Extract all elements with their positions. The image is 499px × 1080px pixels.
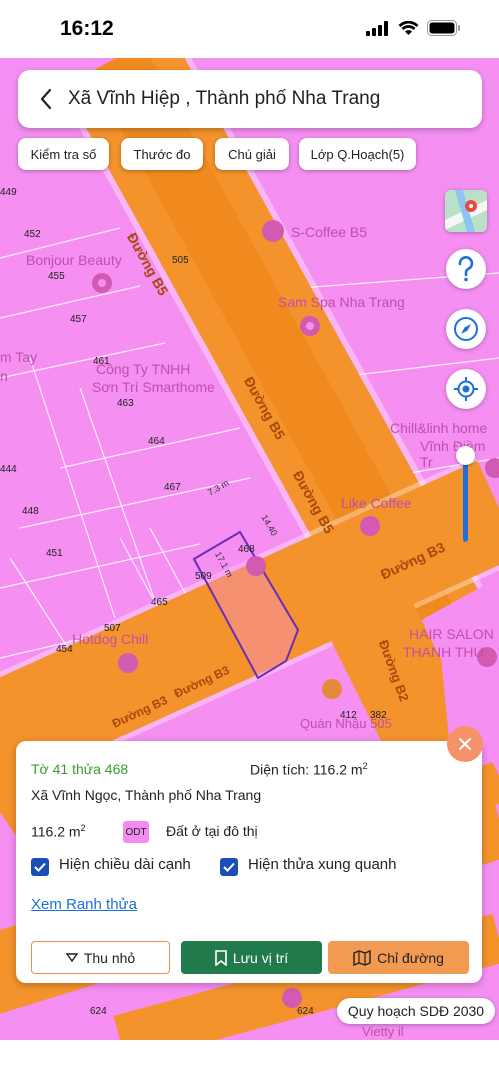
triangle-down-icon (65, 953, 78, 962)
opacity-slider[interactable] (456, 446, 475, 542)
parcel-number-selected: 468 (238, 544, 255, 555)
system-icons (366, 20, 461, 36)
back-button[interactable] (24, 70, 68, 128)
poi-label: Hotdog Chill (72, 631, 149, 647)
poi-label: THANH THU (403, 644, 484, 660)
land-code-badge: ODT (123, 821, 149, 843)
land-type: Đất ở tại đô thị (166, 823, 258, 839)
parcel-info-card: Tờ 41 thửa 468 Diện tích: 116.2 m2 Xã Vĩ… (16, 741, 482, 983)
parcel-number: 505 (172, 255, 189, 266)
size-text: 116.2 m (31, 823, 81, 840)
parcel-number: 444 (0, 464, 17, 475)
view-boundary-link[interactable]: Xem Ranh thửa (31, 896, 137, 913)
collapse-label: Thu nhỏ (83, 949, 136, 966)
save-label: Lưu vị trí (232, 949, 289, 966)
parcel-number: 452 (24, 229, 41, 240)
poi-label: Quán Nhậu 505 (300, 716, 392, 731)
location-search-bar[interactable]: Xã Vĩnh Hiệp , Thành phố Nha Trang (18, 70, 482, 128)
check-number-button[interactable]: Kiểm tra số (18, 138, 109, 170)
poi-label: Like Coffee (341, 495, 412, 511)
parcel-area: Diện tích: 116.2 m2 (250, 761, 368, 778)
wifi-icon (398, 20, 419, 35)
collapse-button[interactable]: Thu nhỏ (31, 941, 170, 974)
map-layers-icon (445, 190, 487, 232)
question-icon (458, 256, 474, 282)
parcel-number: 455 (48, 271, 65, 282)
close-card-button[interactable] (447, 726, 483, 762)
poi-label: m Tay (0, 349, 38, 365)
slider-fill (463, 460, 468, 542)
edge-length-checkbox[interactable] (31, 858, 49, 876)
parcel-number: 464 (148, 436, 165, 447)
poi-label: S-Coffee B5 (291, 224, 368, 240)
crosshair-icon (454, 377, 478, 401)
signal-icon (366, 20, 388, 36)
planning-layer-button[interactable]: Lớp Q.Hoạch(5) (299, 138, 416, 170)
parcel-number: 509 (195, 571, 212, 582)
battery-icon (427, 20, 460, 36)
parcel-number: 448 (22, 506, 39, 517)
check-icon (223, 862, 235, 872)
poi-label: Vietty il (362, 1024, 404, 1039)
neighbors-label: Hiện thửa xung quanh (248, 856, 397, 873)
bookmark-icon (215, 949, 227, 966)
my-location-button[interactable] (446, 369, 486, 409)
parcel-number: 465 (151, 597, 168, 608)
parcel-id: Tờ 41 thửa 468 (31, 761, 129, 777)
parcel-number: 457 (70, 314, 87, 325)
status-time: 16:12 (60, 17, 114, 40)
chevron-left-icon (40, 88, 52, 110)
plan-year-badge[interactable]: Quy hoạch SDĐ 2030 (337, 998, 495, 1024)
parcel-number: 449 (0, 187, 17, 198)
location-title: Xã Vĩnh Hiệp , Thành phố Nha Trang (68, 88, 381, 109)
poi-label: Bonjour Beauty (26, 252, 122, 268)
size-unit-sup: 2 (80, 823, 86, 833)
legend-button[interactable]: Chú giải (215, 138, 289, 170)
status-bar: 16:12 (0, 0, 499, 58)
parcel-number: 451 (46, 548, 63, 559)
close-icon (459, 738, 471, 750)
poi-label: Sơn Trí Smarthome (92, 379, 215, 395)
parcel-number: 467 (164, 482, 181, 493)
save-location-button[interactable]: Lưu vị trí (181, 941, 322, 974)
poi-label: HAIR SALON (409, 626, 494, 642)
directions-label: Chỉ đường (377, 949, 444, 966)
help-button[interactable] (446, 249, 486, 289)
poi-label: Chill&linh home (390, 420, 488, 436)
edge-length-label: Hiện chiều dài cạnh (59, 856, 191, 873)
parcel-number: 463 (117, 398, 134, 409)
parcel-number: 624 (90, 1006, 107, 1017)
compass-icon (454, 317, 478, 341)
land-size: 116.2 m2 (31, 823, 86, 840)
slider-thumb[interactable] (456, 446, 475, 465)
poi-label: n (0, 368, 8, 384)
poi-label: Sam Spa Nha Trang (278, 294, 405, 310)
parcel-address: Xã Vĩnh Ngọc, Thành phố Nha Trang (31, 787, 262, 803)
map-icon (353, 949, 371, 966)
compass-button[interactable] (446, 309, 486, 349)
directions-button[interactable]: Chỉ đường (328, 941, 469, 974)
map-type-button[interactable] (445, 190, 487, 232)
area-unit-sup: 2 (362, 761, 368, 771)
parcel-number: 624 (297, 1006, 314, 1017)
neighbors-checkbox[interactable] (220, 858, 238, 876)
parcel-number: 454 (56, 644, 73, 655)
ruler-button[interactable]: Thước đo (121, 138, 203, 170)
home-indicator-area (0, 1040, 499, 1080)
poi-label: Công Ty TNHH (96, 361, 191, 377)
check-icon (34, 862, 46, 872)
area-text: Diện tích: 116.2 m (250, 761, 363, 778)
